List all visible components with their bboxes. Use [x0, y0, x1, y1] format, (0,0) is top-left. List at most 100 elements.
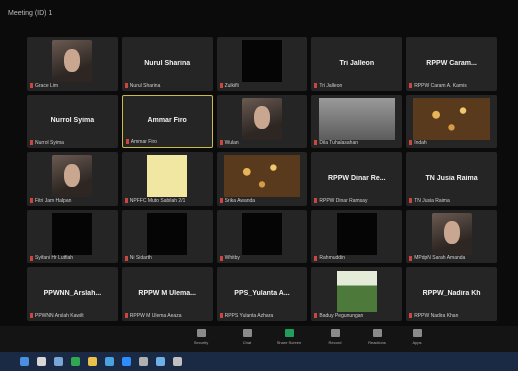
participant-tile[interactable]: Ammar Firo Ammar Firo — [121, 94, 213, 149]
mic-muted-icon — [409, 313, 413, 319]
mic-muted-icon — [124, 197, 128, 203]
participant-name: Baduy Pegunungan — [319, 312, 364, 319]
participant-tile[interactable]: Indah — [406, 94, 497, 149]
mic-muted-icon — [219, 82, 223, 88]
participant-tile[interactable]: Grace Lim — [27, 37, 118, 91]
participant-display-name: PPWNN_Arslah... — [43, 289, 102, 297]
chrome-icon[interactable] — [71, 357, 80, 366]
participant-display-name: RPPW_Nadira Kh — [422, 289, 481, 297]
settings-icon[interactable] — [139, 357, 148, 366]
participant-display-name: Nurul Sharina — [144, 59, 191, 67]
participant-tile[interactable]: Fitri Jam Halpan — [27, 152, 118, 206]
search-icon[interactable] — [37, 357, 46, 366]
mic-muted-icon — [30, 140, 33, 146]
participant-tile[interactable]: Dila Tuhalasahan — [311, 94, 403, 149]
mic-muted-icon — [314, 140, 318, 146]
mail-icon[interactable] — [105, 357, 114, 366]
participant-caption: Grace Lim — [30, 83, 116, 89]
mic-muted-icon — [30, 82, 33, 88]
reactions-icon — [372, 329, 382, 337]
chat-icon — [242, 329, 252, 337]
participant-display-name: Nurrol Syima — [50, 117, 95, 125]
mic-muted-icon — [314, 197, 318, 203]
participant-display-name: PPS_Yulanta A... — [234, 289, 290, 297]
participant-caption: Ammar Firo — [125, 139, 210, 146]
file-explorer-icon[interactable] — [88, 357, 97, 366]
participant-caption: Nurrol Syima — [30, 140, 116, 146]
participant-tile[interactable]: PPWNN_Arslah... PPWNN Arslah Kawilt — [27, 267, 118, 321]
participant-caption: Srika Awanda — [219, 197, 306, 204]
participant-name: Rahmuddin — [319, 255, 345, 262]
store-icon[interactable] — [156, 357, 165, 366]
security-button[interactable]: Security — [184, 329, 218, 349]
participant-name: RPPW Caram A. Kamis — [414, 82, 467, 89]
participant-name: MPdpN Sarah Amanda — [414, 255, 466, 262]
participant-tile[interactable]: NPFFC Muto Sabilah 2/1 — [121, 152, 213, 206]
participant-tile[interactable]: RPPW_Nadira Kh RPPW Nadira Khan — [406, 267, 497, 321]
participant-caption: Whitby — [219, 255, 306, 262]
participant-tile[interactable]: Nurrol Syima Nurrol Syima — [27, 94, 118, 149]
participant-face — [64, 163, 81, 187]
participant-name: Srika Awanda — [224, 197, 256, 204]
participant-caption: Syifani Hr Lutfiah — [30, 255, 116, 261]
participant-tile[interactable]: Baduy Pegunungan — [311, 267, 403, 321]
apps-button[interactable]: Apps — [400, 329, 434, 349]
reactions-button[interactable]: Reactions — [360, 329, 394, 349]
participant-tile[interactable]: Nurul Sharina Nurul Sharina — [121, 37, 213, 91]
participant-display-name: RPPW M Ulema... — [138, 289, 196, 297]
task-view-icon[interactable] — [54, 357, 63, 366]
participant-caption: TN Jusia Raima — [409, 198, 495, 204]
participant-tile[interactable]: Whitby — [216, 209, 308, 264]
meeting-toolbar: Security Chat Share Screen Record Reactions A… — [0, 326, 518, 352]
mic-muted-icon — [409, 255, 413, 261]
participant-name: Whitby — [224, 255, 240, 262]
participant-caption: Nurul Sharina — [124, 83, 211, 89]
participant-tile[interactable]: MPdpN Sarah Amanda — [406, 209, 497, 264]
participant-name: Ammar Firo — [130, 139, 157, 146]
participant-name: Ni Sidarth — [129, 255, 152, 262]
participant-tile[interactable]: Zulkifli — [216, 37, 308, 91]
participant-tile[interactable]: RPPW Dinar Re... RPPW Dinar Ramsay — [311, 152, 403, 206]
mic-muted-icon — [409, 197, 413, 203]
mic-muted-icon — [314, 313, 318, 319]
mic-muted-icon — [125, 139, 129, 145]
participant-caption: Tri Jalleon — [314, 83, 400, 89]
mic-muted-icon — [314, 255, 318, 261]
participant-tile[interactable]: Wulan — [216, 94, 308, 149]
participant-tile[interactable]: Rahmuddin — [311, 209, 403, 264]
participant-caption: Wulan — [219, 140, 306, 146]
chat-label: Chat — [242, 340, 252, 345]
participant-tile[interactable]: Syifani Hr Lutfiah — [27, 209, 118, 264]
app-icon[interactable] — [173, 357, 182, 366]
participant-video-lights — [413, 97, 490, 140]
mic-muted-icon — [314, 82, 318, 88]
zoom-icon[interactable] — [122, 357, 131, 366]
mic-muted-icon — [219, 255, 223, 261]
participant-tile[interactable]: Srika Awanda — [216, 152, 308, 206]
mic-muted-icon — [30, 255, 33, 261]
participant-tile[interactable]: PPS_Yulanta A... RPPS Yulanta Azhara — [216, 267, 308, 321]
share-button[interactable]: Share Screen — [272, 329, 306, 349]
participant-name: RPPW M Ulema Aeaza — [129, 312, 182, 319]
participant-video — [242, 97, 282, 140]
windows-icon[interactable] — [20, 357, 29, 366]
security-icon — [196, 329, 206, 337]
participant-name: RPPW Nadira Khan — [414, 312, 459, 319]
participant-face — [253, 106, 270, 130]
mic-muted-icon — [219, 313, 223, 319]
participant-face — [443, 221, 460, 245]
chat-button[interactable]: Chat — [230, 329, 264, 349]
participant-caption: RPPW Nadira Khan — [409, 313, 495, 319]
participant-tile[interactable]: Tri Jalleon Tri Jalleon — [311, 37, 403, 91]
participant-tile[interactable]: Ni Sidarth — [121, 209, 213, 264]
participant-tile[interactable]: RPPW M Ulema... RPPW M Ulema Aeaza — [121, 267, 213, 321]
record-button[interactable]: Record — [318, 329, 352, 349]
participant-tile[interactable]: RPPW Caram... RPPW Caram A. Kamis — [406, 37, 497, 91]
mic-muted-icon — [30, 197, 33, 203]
participant-tile[interactable]: TN Jusia Raima TN Jusia Raima — [406, 152, 497, 206]
participant-name: Nurrol Syima — [35, 140, 64, 147]
participant-video — [52, 40, 93, 82]
participant-caption: Rahmuddin — [314, 255, 400, 261]
mic-muted-icon — [124, 255, 128, 261]
share-label: Share Screen — [276, 340, 302, 345]
